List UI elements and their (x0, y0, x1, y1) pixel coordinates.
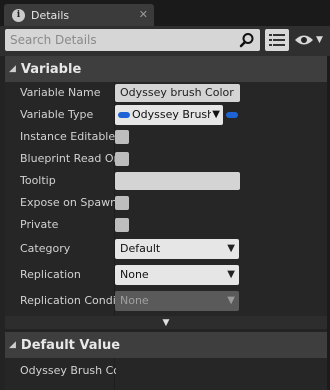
type-pill-icon (118, 112, 130, 118)
dropdown-arrow-icon: ▼ (211, 105, 220, 125)
dropdown-arrow-icon: ▼ (227, 295, 235, 306)
row-default-value: Odyssey Brush Color (5, 360, 327, 382)
dropdown-arrow-icon: ▼ (227, 269, 235, 280)
instance-editable-checkbox[interactable] (115, 130, 129, 144)
variable-panel: Variable Name Odyssey brush Color Variab… (5, 82, 327, 316)
tab-title: Details (31, 8, 70, 22)
row-tooltip: Tooltip (5, 170, 327, 192)
container-type-button[interactable] (226, 112, 238, 118)
private-label: Private (20, 218, 59, 231)
replication-condition-value: None (120, 294, 149, 307)
replication-value: None (120, 268, 149, 281)
section-variable-header[interactable]: ◢ Variable (5, 56, 327, 82)
advanced-expander[interactable]: ▼ (5, 316, 327, 329)
section-default-value-title: Default Value (20, 337, 121, 353)
search-icon[interactable] (239, 32, 255, 48)
blueprint-read-only-checkbox[interactable] (115, 152, 129, 166)
replication-label: Replication (20, 268, 81, 281)
category-value: Default (120, 242, 161, 255)
collapse-arrow-icon[interactable]: ◢ (9, 64, 16, 74)
variable-name-field[interactable]: Odyssey brush Color (115, 84, 240, 102)
tooltip-field[interactable] (115, 172, 240, 190)
default-value-panel: Odyssey Brush Color (5, 358, 327, 390)
view-options-button[interactable]: ▼ (294, 31, 326, 49)
row-blueprint-read-only: Blueprint Read Only (5, 148, 327, 170)
expand-advanced-icon: ▼ (162, 317, 170, 328)
tooltip-label: Tooltip (20, 174, 56, 187)
category-label: Category (20, 242, 71, 255)
variable-type-value: Odyssey Brush (132, 108, 215, 121)
dropdown-arrow-icon: ▼ (316, 35, 323, 45)
search-row: ▼ (0, 26, 330, 56)
replication-combo[interactable]: None ▼ (115, 265, 239, 285)
row-variable-name: Variable Name Odyssey brush Color (5, 82, 327, 104)
eye-icon (295, 35, 313, 45)
instance-editable-label: Instance Editable (20, 130, 116, 143)
list-view-icon (269, 34, 285, 46)
section-variable-title: Variable (20, 61, 82, 77)
row-instance-editable: Instance Editable (5, 126, 327, 148)
row-private: Private (5, 214, 327, 236)
collapse-arrow-icon[interactable]: ◢ (9, 340, 16, 350)
list-view-button[interactable] (265, 29, 289, 51)
blueprint-read-only-label: Blueprint Read Only (20, 152, 116, 165)
row-replication: Replication None ▼ (5, 262, 327, 288)
row-variable-type: Variable Type Odyssey Brush ▼ (5, 104, 327, 126)
close-icon[interactable]: ✕ (139, 8, 148, 21)
variable-name-label: Variable Name (20, 86, 101, 99)
category-combo[interactable]: Default ▼ (115, 239, 239, 259)
dropdown-arrow-icon: ▼ (227, 243, 235, 254)
default-value-label: Odyssey Brush Color (20, 364, 116, 377)
expose-on-spawn-label: Expose on Spawn (20, 196, 116, 209)
variable-type-label: Variable Type (20, 108, 94, 121)
row-replication-condition: Replication Condition None ▼ (5, 288, 327, 314)
expose-on-spawn-checkbox[interactable] (115, 196, 129, 210)
row-category: Category Default ▼ (5, 236, 327, 262)
tab-details[interactable]: i Details ✕ (4, 4, 154, 26)
row-expose-on-spawn: Expose on Spawn (5, 192, 327, 214)
replication-condition-combo: None ▼ (115, 291, 239, 311)
section-default-value-header[interactable]: ◢ Default Value (5, 332, 327, 358)
search-input[interactable] (10, 29, 230, 51)
tab-bar: i Details ✕ (0, 0, 330, 26)
variable-type-combo[interactable]: Odyssey Brush ▼ (115, 105, 223, 125)
info-icon: i (12, 8, 25, 22)
replication-condition-label: Replication Condition (20, 294, 116, 307)
search-box[interactable] (5, 29, 260, 51)
private-checkbox[interactable] (115, 218, 129, 232)
